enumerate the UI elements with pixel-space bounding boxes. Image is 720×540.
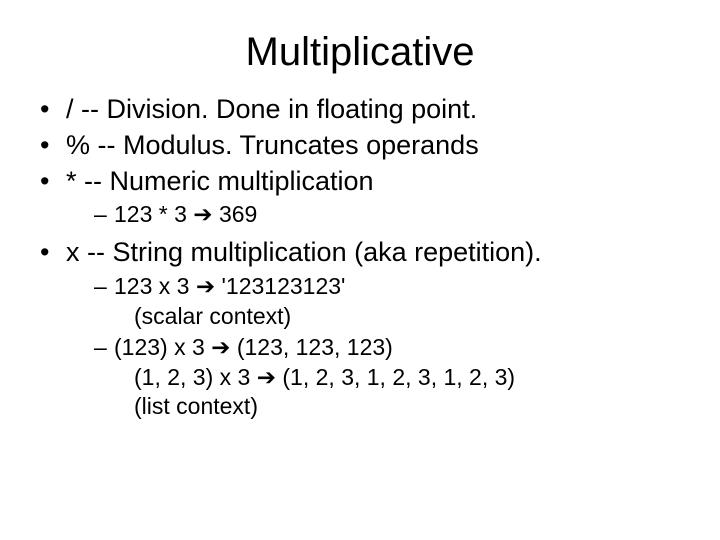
sub-bullet-scalar-example: 123 x 3 ➔ '123123123' (scalar context) bbox=[94, 272, 690, 332]
text: (1, 2, 3) x 3 bbox=[134, 364, 257, 390]
arrow-icon: ➔ bbox=[193, 201, 212, 227]
bullet-multiply: * -- Numeric multiplication 123 * 3 ➔ 36… bbox=[40, 165, 690, 231]
bullet-text: / -- Division. Done in floating point. bbox=[66, 94, 477, 124]
arrow-icon: ➔ bbox=[196, 273, 215, 299]
text: (list context) bbox=[114, 392, 690, 422]
text: 369 bbox=[213, 201, 258, 227]
sub-bullet-list-example: (123) x 3 ➔ (123, 123, 123) (1, 2, 3) x … bbox=[94, 333, 690, 423]
sub-list: 123 x 3 ➔ '123123123' (scalar context) (… bbox=[94, 272, 690, 422]
continuation-line: (1, 2, 3) x 3 ➔ (1, 2, 3, 1, 2, 3, 1, 2,… bbox=[114, 363, 690, 393]
text: 123 * 3 bbox=[114, 201, 193, 227]
text: (123) x 3 bbox=[114, 334, 211, 360]
bullet-text: % -- Modulus. Truncates operands bbox=[66, 130, 479, 160]
text: 123 x 3 bbox=[114, 273, 196, 299]
sub-bullet-numeric-example: 123 * 3 ➔ 369 bbox=[94, 200, 690, 230]
arrow-icon: ➔ bbox=[257, 364, 276, 390]
text: (scalar context) bbox=[114, 302, 690, 332]
slide: Multiplicative / -- Division. Done in fl… bbox=[0, 0, 720, 540]
sub-list: 123 * 3 ➔ 369 bbox=[94, 200, 690, 230]
bullet-text: * -- Numeric multiplication bbox=[66, 166, 374, 196]
text: (1, 2, 3, 1, 2, 3, 1, 2, 3) bbox=[276, 364, 515, 390]
bullet-modulus: % -- Modulus. Truncates operands bbox=[40, 129, 690, 163]
text: '123123123' bbox=[215, 273, 345, 299]
bullet-string-multiply: x -- String multiplication (aka repetiti… bbox=[40, 236, 690, 422]
slide-title: Multiplicative bbox=[30, 30, 690, 75]
bullet-text: x -- String multiplication (aka repetiti… bbox=[66, 237, 542, 267]
bullet-list: / -- Division. Done in floating point. %… bbox=[40, 93, 690, 422]
arrow-icon: ➔ bbox=[211, 334, 230, 360]
text: (123, 123, 123) bbox=[230, 334, 392, 360]
bullet-division: / -- Division. Done in floating point. bbox=[40, 93, 690, 127]
